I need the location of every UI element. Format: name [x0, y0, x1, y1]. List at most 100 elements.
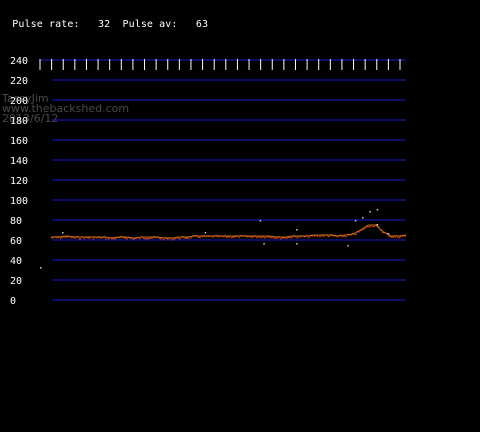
data-point	[260, 237, 262, 239]
data-point	[88, 237, 90, 239]
data-point	[388, 235, 390, 237]
data-point	[83, 238, 85, 240]
outlier-point	[369, 211, 371, 213]
y-tick-label: 80	[10, 216, 22, 227]
data-point	[398, 237, 400, 239]
outlier-point	[296, 243, 298, 245]
data-point	[392, 236, 394, 238]
outlier-point	[347, 245, 349, 247]
data-point	[276, 237, 278, 239]
pulse-chart: 0 20 40 60 80 100 120 140 160 180 200 220 240	[10, 56, 407, 307]
data-point	[186, 237, 189, 239]
data-point	[390, 236, 393, 238]
data-point	[265, 236, 267, 239]
y-tick-label: 20	[10, 276, 22, 287]
data-point	[280, 238, 282, 240]
data-point	[238, 236, 240, 239]
outlier-point	[376, 209, 379, 211]
data-point	[327, 235, 330, 238]
outlier-point	[376, 224, 379, 226]
data-point	[113, 238, 116, 240]
y-tick-label: 60	[10, 236, 22, 247]
data-point	[261, 236, 263, 238]
data-point	[296, 237, 298, 239]
data-point	[251, 237, 253, 239]
outlier-point	[263, 243, 265, 245]
y-tick-label: 120	[10, 176, 28, 187]
data-point	[291, 236, 293, 238]
y-tick-label: 240	[10, 56, 28, 67]
data-point	[170, 239, 172, 241]
data-point	[198, 236, 200, 239]
y-tick-label: 0	[10, 296, 16, 307]
data-point	[199, 236, 201, 239]
data-point	[59, 237, 62, 239]
data-point	[105, 238, 107, 240]
data-point	[231, 237, 233, 239]
data-point	[184, 237, 186, 239]
data-point	[159, 237, 161, 240]
data-point	[179, 238, 181, 240]
data-point	[271, 237, 273, 239]
data-point	[282, 237, 284, 239]
data-point	[355, 233, 357, 235]
y-tick-label: 200	[10, 96, 28, 107]
data-point	[268, 236, 271, 238]
data-point	[300, 236, 302, 238]
data-point	[322, 235, 325, 238]
data-point	[297, 236, 299, 238]
data-point	[397, 236, 399, 238]
outlier-point	[387, 233, 390, 235]
outlier-point	[362, 217, 364, 219]
data-point	[125, 237, 127, 239]
data-point	[78, 238, 80, 240]
data-point	[363, 228, 365, 231]
data-point	[286, 237, 288, 239]
data-point	[173, 238, 175, 240]
data-point	[367, 226, 369, 228]
data-point	[285, 237, 287, 239]
outlier-point	[62, 232, 64, 234]
y-tick-label: 180	[10, 116, 28, 127]
data-point	[270, 236, 272, 238]
data-point	[145, 238, 147, 240]
data-point	[232, 236, 234, 238]
data-point	[132, 238, 135, 240]
outlier-point	[40, 267, 42, 269]
data-point	[341, 236, 344, 238]
data-point	[146, 238, 148, 240]
data-point	[92, 238, 94, 240]
data-point	[263, 237, 265, 239]
data-point	[185, 237, 187, 239]
data-point	[124, 237, 126, 239]
data-point	[139, 237, 141, 240]
data-point	[307, 237, 310, 239]
data-point	[257, 236, 259, 238]
data-point	[345, 236, 347, 238]
data-point	[147, 237, 150, 240]
outlier-point	[354, 220, 357, 222]
data-point	[319, 236, 321, 238]
data-point	[212, 236, 214, 238]
outlier-point	[296, 229, 298, 231]
data-point	[126, 238, 128, 240]
y-tick-label: 40	[10, 256, 22, 267]
data-point	[354, 233, 356, 236]
data-point	[115, 237, 117, 240]
y-tick-label: 220	[10, 76, 28, 87]
data-point	[100, 237, 102, 239]
y-tick-label: 140	[10, 156, 28, 167]
data-point	[369, 226, 371, 228]
outlier-point	[204, 232, 207, 234]
data-point	[107, 238, 109, 240]
data-point	[163, 238, 165, 241]
data-point	[314, 235, 316, 237]
data-point	[273, 237, 276, 239]
outlier-point	[259, 220, 262, 222]
data-point	[79, 238, 82, 240]
data-point	[190, 237, 192, 239]
data-point	[144, 237, 146, 240]
data-point	[178, 237, 180, 240]
data-point	[228, 236, 230, 238]
y-tick-label: 160	[10, 136, 28, 147]
